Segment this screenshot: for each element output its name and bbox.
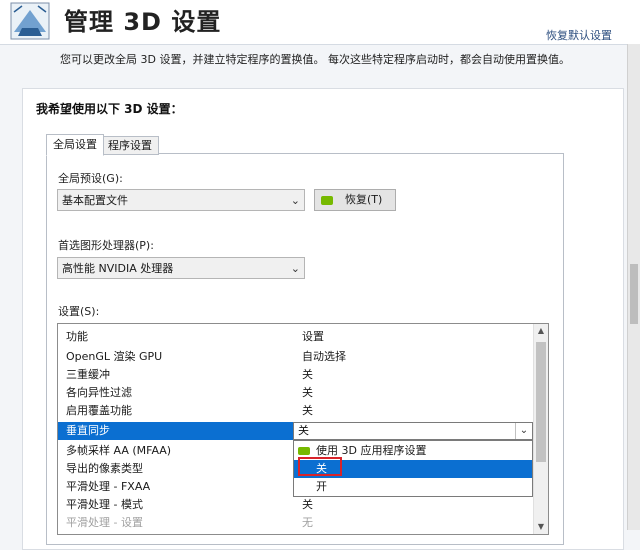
preferred-gpu-dropdown[interactable]: 高性能 NVIDIA 处理器 ⌄: [57, 257, 305, 279]
scroll-up-icon[interactable]: ▲: [534, 324, 548, 338]
feature-value: 关: [302, 498, 313, 511]
header: 管理 3D 设置 恢复默认设置: [0, 0, 640, 45]
feature-value: 关: [302, 386, 313, 399]
chevron-down-icon[interactable]: ⌄: [515, 423, 532, 439]
option-label: 使用 3D 应用程序设置: [316, 444, 427, 457]
list-item[interactable]: 三重缓冲 关: [58, 366, 534, 384]
option-label: 开: [316, 480, 327, 493]
vsync-combo[interactable]: 关 ⌄: [293, 422, 533, 440]
chevron-down-icon: ⌄: [290, 194, 300, 207]
feature-name: 平滑处理 - 设置: [66, 516, 143, 529]
tab-global-settings[interactable]: 全局设置: [46, 134, 104, 156]
preferred-gpu-label: 首选图形处理器(P):: [58, 239, 154, 252]
column-header-setting[interactable]: 设置: [302, 328, 324, 344]
global-preset-dropdown[interactable]: 基本配置文件 ⌄: [57, 189, 305, 211]
list-item[interactable]: 各向异性过滤 关: [58, 384, 534, 402]
option-use-3d-app-setting[interactable]: 使用 3D 应用程序设置: [294, 442, 532, 460]
feature-name: 启用覆盖功能: [66, 404, 132, 417]
feature-value: 关: [302, 404, 313, 417]
feature-name: 导出的像素类型: [66, 462, 143, 475]
feature-value: 关: [302, 368, 313, 381]
feature-value: 无: [302, 516, 313, 529]
list-item[interactable]: 启用覆盖功能 关: [58, 402, 534, 420]
column-header-feature[interactable]: 功能: [66, 328, 88, 344]
section-title: 我希望使用以下 3D 设置：: [36, 102, 183, 116]
settings-list-header: 功能 设置: [58, 324, 534, 344]
vsync-combo-value: 关: [298, 424, 309, 437]
nvidia-icon: [321, 196, 333, 205]
feature-name: 各向异性过滤: [66, 386, 132, 399]
list-item[interactable]: 平滑处理 - 模式 关: [58, 496, 534, 514]
restore-button-label: 恢复(T): [345, 193, 383, 206]
restore-defaults-link[interactable]: 恢复默认设置: [546, 27, 612, 43]
page-scrollbar[interactable]: [627, 44, 640, 530]
tab-program-settings[interactable]: 程序设置: [101, 136, 159, 155]
3d-settings-icon: [10, 2, 50, 40]
settings-list-scrollbar[interactable]: ▲ ▼: [533, 324, 548, 534]
vsync-options-popup: 使用 3D 应用程序设置 关 开: [293, 440, 533, 497]
global-preset-label: 全局预设(G):: [58, 172, 123, 185]
option-on[interactable]: 开: [294, 478, 532, 496]
global-preset-value: 基本配置文件: [62, 194, 128, 207]
feature-name: 三重缓冲: [66, 368, 110, 381]
preferred-gpu-value: 高性能 NVIDIA 处理器: [62, 262, 174, 275]
list-item[interactable]: OpenGL 渲染 GPU 自动选择: [58, 348, 534, 366]
scrollbar-thumb[interactable]: [536, 342, 546, 462]
feature-name: OpenGL 渲染 GPU: [66, 350, 163, 363]
page-description: 您可以更改全局 3D 设置，并建立特定程序的置换值。 每次这些特定程序启动时，都…: [60, 53, 570, 66]
list-item[interactable]: 平滑处理 - 设置 无: [58, 514, 534, 532]
page-title: 管理 3D 设置: [64, 8, 222, 36]
nvidia-icon: [298, 447, 310, 455]
settings-label: 设置(S):: [58, 305, 100, 318]
feature-name: 平滑处理 - FXAA: [66, 480, 151, 493]
scroll-down-icon[interactable]: ▼: [534, 520, 548, 534]
feature-name: 垂直同步: [66, 424, 110, 437]
feature-name: 平滑处理 - 模式: [66, 498, 143, 511]
restore-button[interactable]: 恢复(T): [314, 189, 396, 211]
option-off[interactable]: 关: [294, 460, 532, 478]
option-label: 关: [316, 462, 327, 475]
feature-value: 自动选择: [302, 350, 346, 363]
feature-name: 多帧采样 AA (MFAA): [66, 444, 172, 457]
chevron-down-icon: ⌄: [290, 262, 300, 275]
page-scrollbar-thumb[interactable]: [630, 264, 638, 324]
